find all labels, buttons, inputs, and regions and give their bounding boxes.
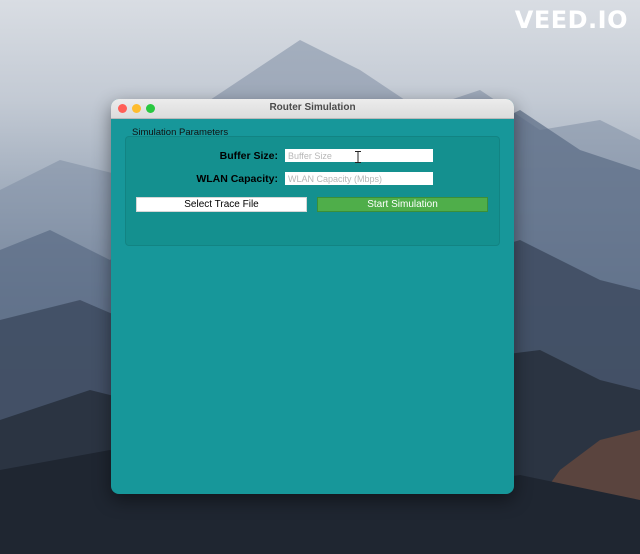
window-content: Simulation Parameters Buffer Size: WLAN … — [111, 119, 514, 494]
select-trace-file-button[interactable]: Select Trace File — [136, 197, 307, 212]
watermark-logo: VEED.IO — [514, 6, 628, 34]
desktop-background: VEED.IO Router Simulation Simulation Par… — [0, 0, 640, 554]
text-cursor-icon — [355, 151, 361, 163]
buffer-size-label: Buffer Size: — [219, 150, 278, 162]
title-bar[interactable]: Router Simulation — [111, 99, 514, 119]
window-title: Router Simulation — [269, 102, 356, 113]
group-title: Simulation Parameters — [132, 127, 229, 138]
start-simulation-button[interactable]: Start Simulation — [317, 197, 488, 212]
router-simulation-window: Router Simulation Simulation Parameters … — [111, 99, 514, 494]
wlan-capacity-label: WLAN Capacity: — [196, 173, 278, 185]
wlan-capacity-input[interactable] — [285, 172, 433, 185]
